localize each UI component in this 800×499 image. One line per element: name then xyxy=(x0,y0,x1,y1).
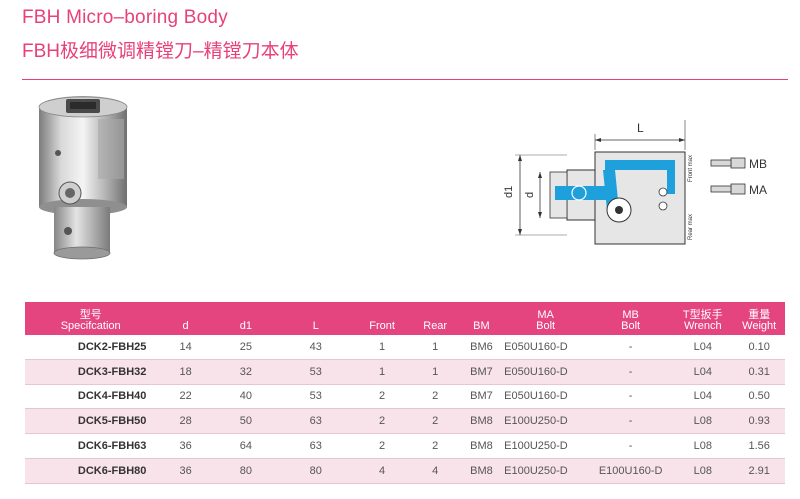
header-d: d xyxy=(156,302,215,335)
cell-d1: 32 xyxy=(214,359,277,385)
cell-ma-bolt: E050U160-D xyxy=(502,335,590,360)
cell-d1: 80 xyxy=(214,458,277,484)
table-body: DCK2-FBH25 14 25 43 1 1 BM6 E050U160-D -… xyxy=(25,335,785,484)
cell-L: 63 xyxy=(276,433,355,459)
header-rear: Rear xyxy=(409,302,461,335)
cell-d: 36 xyxy=(156,433,215,459)
cell-bm: BM6 xyxy=(460,335,503,360)
dimension-label-d1: d1 xyxy=(503,186,515,198)
header-front: Front xyxy=(354,302,410,335)
product-photo xyxy=(38,96,128,260)
cell-bm: BM8 xyxy=(460,458,503,484)
cell-wrench: L08 xyxy=(672,408,734,435)
header-mb-bolt: MB Bolt xyxy=(589,302,673,335)
cell-d1: 25 xyxy=(214,335,277,360)
cell-rear: 2 xyxy=(409,433,461,459)
front-max-label: Front max xyxy=(688,155,694,182)
cell-d: 22 xyxy=(156,384,215,410)
title-divider xyxy=(22,79,788,80)
cell-specification: DCK5-FBH50 xyxy=(25,408,157,435)
bolt-label-MB: MB xyxy=(749,157,767,171)
cell-wrench: L08 xyxy=(672,433,734,459)
cell-mb-bolt: E100U160-D xyxy=(589,458,673,484)
cell-weight: 2.91 xyxy=(733,458,785,484)
cell-specification: DCK6-FBH63 xyxy=(25,433,157,459)
header-weight: 重量 Weight xyxy=(733,302,785,335)
header-bm: BM xyxy=(460,302,503,335)
cell-d: 28 xyxy=(156,408,215,435)
cell-d: 36 xyxy=(156,458,215,484)
cell-front: 1 xyxy=(354,359,410,385)
table-row: DCK4-FBH40 22 40 53 2 2 BM7 E050U160-D -… xyxy=(25,384,785,410)
cell-d1: 64 xyxy=(214,433,277,459)
header-d1: d1 xyxy=(214,302,277,335)
header-specification: 型号 Specifcation xyxy=(25,302,157,335)
table-row: DCK6-FBH80 36 80 80 4 4 BM8 E100U250-D E… xyxy=(25,458,785,484)
cell-ma-bolt: E100U250-D xyxy=(502,433,590,459)
cell-mb-bolt: - xyxy=(589,408,673,435)
cell-rear: 2 xyxy=(409,408,461,435)
cell-weight: 0.10 xyxy=(733,335,785,360)
cell-wrench: L04 xyxy=(672,335,734,360)
cell-specification: DCK4-FBH40 xyxy=(25,384,157,410)
cell-mb-bolt: - xyxy=(589,433,673,459)
cell-L: 53 xyxy=(276,359,355,385)
cell-L: 80 xyxy=(276,458,355,484)
cell-rear: 1 xyxy=(409,335,461,360)
cell-weight: 0.31 xyxy=(733,359,785,385)
cell-mb-bolt: - xyxy=(589,335,673,360)
header-wrench: T型扳手 Wrench xyxy=(672,302,734,335)
cell-L: 53 xyxy=(276,384,355,410)
cell-L: 63 xyxy=(276,408,355,435)
table-header-row: 型号 Specifcation d d1 L Front Rear BM MA Bo… xyxy=(25,302,785,335)
dimension-label-L: L xyxy=(637,121,644,135)
cell-weight: 0.50 xyxy=(733,384,785,410)
cell-d1: 50 xyxy=(214,408,277,435)
cell-weight: 0.93 xyxy=(733,408,785,435)
cell-ma-bolt: E050U160-D xyxy=(502,359,590,385)
cell-d: 18 xyxy=(156,359,215,385)
cell-front: 2 xyxy=(354,433,410,459)
cell-rear: 2 xyxy=(409,384,461,410)
cell-d1: 40 xyxy=(214,384,277,410)
cell-specification: DCK2-FBH25 xyxy=(25,335,157,360)
cell-rear: 4 xyxy=(409,458,461,484)
cell-d: 14 xyxy=(156,335,215,360)
cell-bm: BM7 xyxy=(460,384,503,410)
cell-front: 2 xyxy=(354,408,410,435)
cell-wrench: L04 xyxy=(672,384,734,410)
bolt-label-MA: MA xyxy=(749,183,767,197)
cell-front: 1 xyxy=(354,335,410,360)
dimension-diagram: L Front max Rear max d1 d MB MA xyxy=(503,120,767,245)
specification-table: 型号 Specifcation d d1 L Front Rear BM MA Bo… xyxy=(25,302,785,484)
cell-ma-bolt: E050U160-D xyxy=(502,384,590,410)
cell-mb-bolt: - xyxy=(589,359,673,385)
cell-specification: DCK6-FBH80 xyxy=(25,458,157,484)
cell-ma-bolt: E100U250-D xyxy=(502,408,590,435)
cell-front: 4 xyxy=(354,458,410,484)
cell-wrench: L04 xyxy=(672,359,734,385)
header-ma-bolt: MA Bolt xyxy=(502,302,590,335)
cell-specification: DCK3-FBH32 xyxy=(25,359,157,385)
cell-bm: BM8 xyxy=(460,433,503,459)
cell-wrench: L08 xyxy=(672,458,734,484)
rear-max-label: Rear max xyxy=(688,214,694,240)
cell-bm: BM7 xyxy=(460,359,503,385)
table-row: DCK2-FBH25 14 25 43 1 1 BM6 E050U160-D -… xyxy=(25,335,785,360)
cell-ma-bolt: E100U250-D xyxy=(502,458,590,484)
table-row: DCK6-FBH63 36 64 63 2 2 BM8 E100U250-D -… xyxy=(25,433,785,459)
page-title-chinese: FBH极细微调精镗刀–精镗刀本体 xyxy=(22,41,299,62)
cell-mb-bolt: - xyxy=(589,384,673,410)
header-L: L xyxy=(276,302,355,335)
cell-front: 2 xyxy=(354,384,410,410)
table-row: DCK5-FBH50 28 50 63 2 2 BM8 E100U250-D -… xyxy=(25,408,785,435)
page-title-english: FBH Micro–boring Body xyxy=(22,7,228,28)
dimension-label-d: d xyxy=(524,192,536,198)
cell-bm: BM8 xyxy=(460,408,503,435)
table-row: DCK3-FBH32 18 32 53 1 1 BM7 E050U160-D -… xyxy=(25,359,785,385)
cell-rear: 1 xyxy=(409,359,461,385)
cell-L: 43 xyxy=(276,335,355,360)
cell-weight: 1.56 xyxy=(733,433,785,459)
